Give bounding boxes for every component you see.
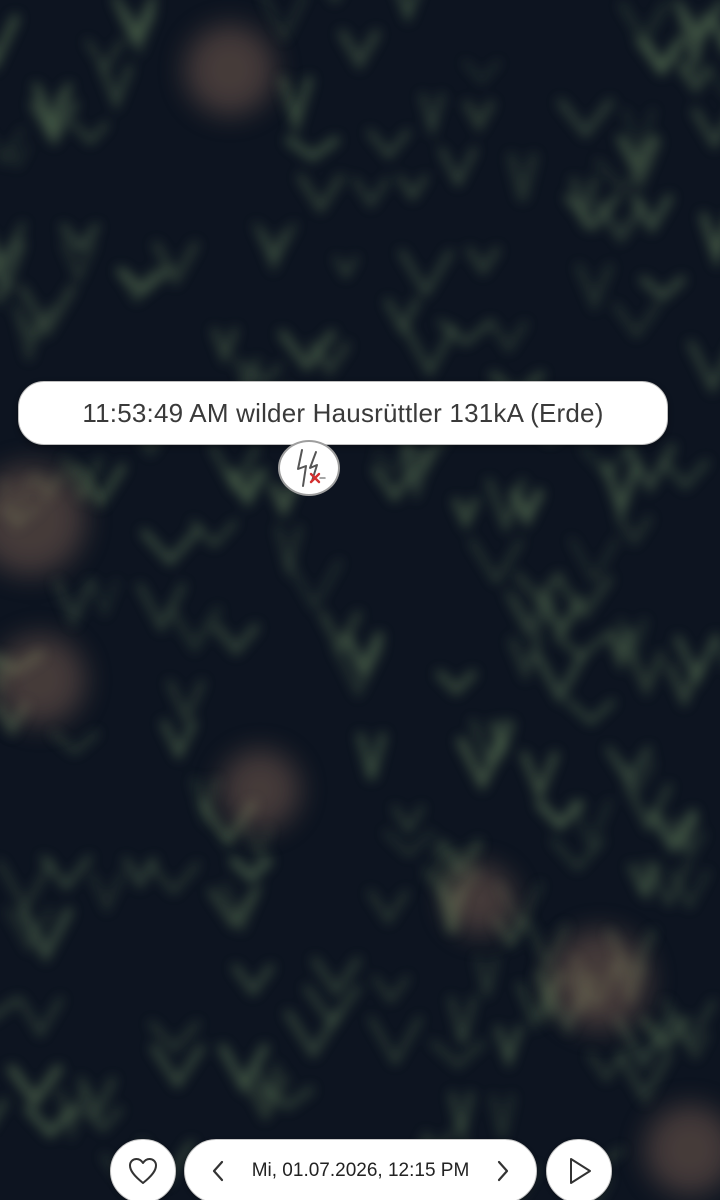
heart-icon [129,1158,157,1184]
map-imagery [0,0,720,1200]
previous-time-button[interactable] [207,1151,229,1191]
next-time-button[interactable] [492,1151,514,1191]
favorite-button[interactable] [110,1139,176,1200]
strike-info-popup[interactable]: 11:53:49 AM wilder Hausrüttler 131kA (Er… [18,381,668,445]
lightning-strike-icon [297,449,326,487]
chevron-left-icon [212,1160,224,1182]
play-button[interactable] [546,1139,612,1200]
date-time-label[interactable]: Mi, 01.07.2026, 12:15 PM [252,1160,470,1182]
lightning-strike-marker[interactable] [278,440,340,496]
satellite-map[interactable]: 11:53:49 AM wilder Hausrüttler 131kA (Er… [0,0,720,1200]
chevron-right-icon [497,1160,509,1182]
strike-info-text: 11:53:49 AM wilder Hausrüttler 131kA (Er… [82,397,604,428]
play-icon [570,1158,591,1184]
date-navigator: Mi, 01.07.2026, 12:15 PM [184,1139,537,1200]
